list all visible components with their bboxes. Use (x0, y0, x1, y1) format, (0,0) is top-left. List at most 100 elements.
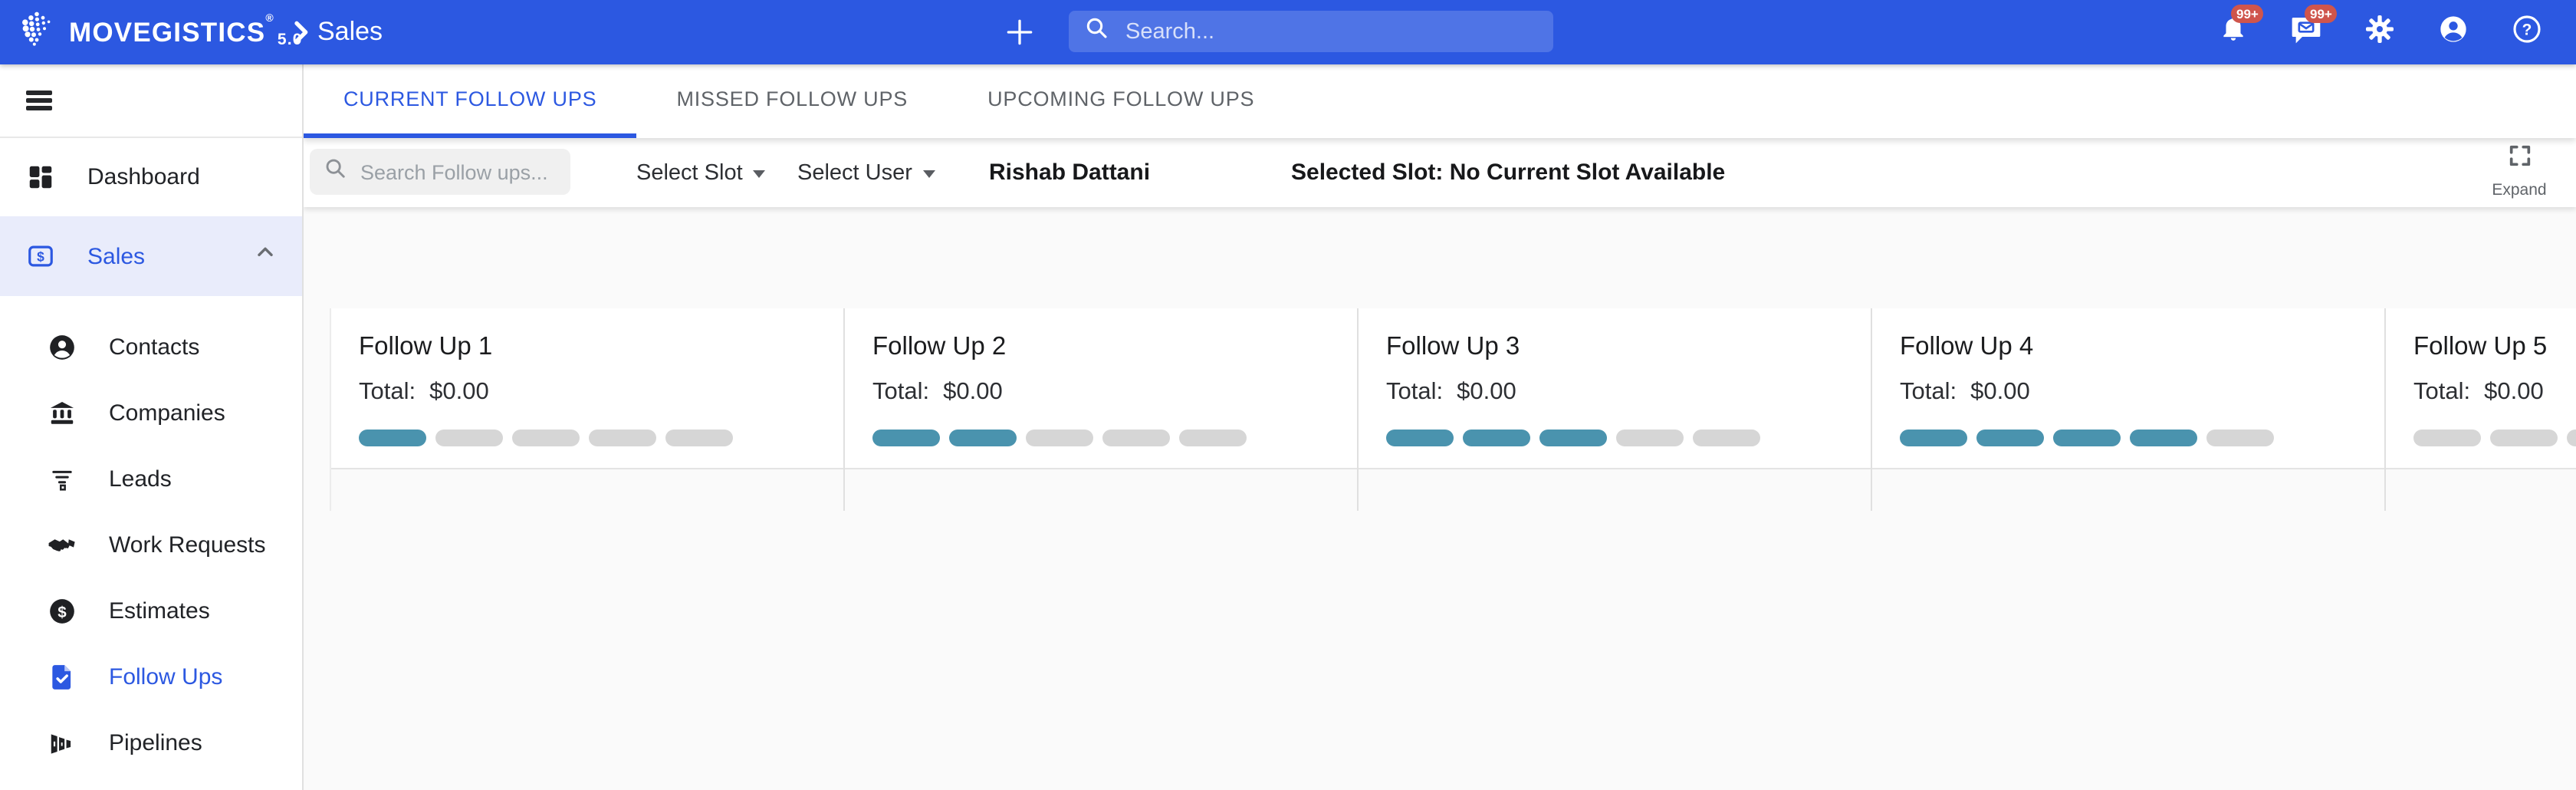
estimates-icon: $ (48, 597, 77, 626)
search-icon (1084, 15, 1109, 48)
sales-icon: $ (26, 242, 55, 271)
board-column-4: Follow Up 4 Total:$0.00 (1872, 308, 2386, 511)
tab-upcoming-follow-ups[interactable]: UPCOMING FOLLOW UPS (948, 64, 1294, 138)
filter-bar: Select Slot Select User Rishab Dattani S… (304, 138, 2576, 207)
progress-segment (1693, 430, 1760, 446)
messages-badge: 99+ (2305, 5, 2338, 22)
progress-segment (2567, 430, 2576, 446)
board-lanes: Follow Up 1 Total:$0.00 Follow Up 2 Tota… (330, 308, 2576, 511)
progress-segment (435, 430, 503, 446)
account-icon (2438, 13, 2469, 51)
logo-icon (17, 8, 57, 56)
column-title: Follow Up 3 (1386, 333, 1843, 362)
progress-segment (665, 430, 733, 446)
progress-segment (1026, 430, 1093, 446)
sidebar-item-label: Follow Ups (109, 664, 222, 690)
help-button[interactable]: ? (2512, 17, 2542, 48)
sidebar-item-pipelines[interactable]: Pipelines (0, 710, 302, 776)
board-column-1: Follow Up 1 Total:$0.00 (331, 308, 845, 511)
progress-segment (2206, 430, 2274, 446)
account-button[interactable] (2438, 17, 2469, 48)
sidebar-item-work-requests[interactable]: Work Requests (0, 512, 302, 578)
messages-button[interactable]: 99+ (2291, 17, 2321, 48)
expand-label: Expand (2492, 181, 2546, 199)
select-user-dropdown[interactable]: Select User (797, 138, 935, 207)
add-button[interactable] (1001, 14, 1038, 51)
progress-segment (2490, 430, 2558, 446)
sidebar-item-follow-ups[interactable]: Follow Ups (0, 644, 302, 710)
breadcrumb-chevron-icon (285, 17, 316, 55)
gear-icon (2364, 13, 2395, 51)
column-header: Follow Up 1 Total:$0.00 (331, 308, 843, 469)
progress-segments (1900, 430, 2357, 446)
board-column-5: Follow Up 5 Total:$0.00 (2386, 308, 2576, 511)
progress-segment (949, 430, 1017, 446)
selected-slot-status: Selected Slot: No Current Slot Available (1291, 138, 1725, 207)
sidebar-item-label: Sales (87, 243, 145, 269)
progress-segment (2053, 430, 2121, 446)
expand-icon (2506, 143, 2532, 176)
sidebar-item-label: Contacts (109, 334, 199, 360)
column-header: Follow Up 2 Total:$0.00 (845, 308, 1357, 469)
chevron-down-icon (754, 170, 766, 178)
progress-segment (589, 430, 656, 446)
column-title: Follow Up 4 (1900, 333, 2357, 362)
column-title: Follow Up 5 (2413, 333, 2576, 362)
chevron-up-icon (253, 240, 278, 272)
progress-segment (1616, 430, 1684, 446)
companies-icon (48, 399, 77, 428)
sidebar-item-contacts[interactable]: Contacts (0, 314, 302, 380)
app-logo[interactable]: MOVEGISTICS®5.0 (17, 0, 303, 64)
header-actions: 99+ 99+ (2217, 0, 2542, 64)
progress-segment (512, 430, 580, 446)
progress-segments (872, 430, 1329, 446)
sidebar-item-label: Work Requests (109, 532, 266, 558)
global-search-input[interactable] (1122, 18, 1538, 45)
notifications-button[interactable]: 99+ (2217, 17, 2248, 48)
sales-submenu: Contacts Companies Leads Work Requests (0, 314, 302, 776)
progress-segment (1900, 430, 1967, 446)
hamburger-icon (26, 87, 52, 114)
sidebar-item-companies[interactable]: Companies (0, 380, 302, 446)
notifications-badge: 99+ (2231, 5, 2264, 22)
board-column-3: Follow Up 3 Total:$0.00 (1359, 308, 1872, 511)
menu-toggle-button[interactable] (0, 64, 302, 138)
follow-up-search-input[interactable] (357, 159, 557, 185)
settings-button[interactable] (2364, 17, 2395, 48)
follow-up-search[interactable] (310, 149, 570, 195)
sidebar-item-dashboard[interactable]: Dashboard (0, 138, 302, 216)
sidebar-item-label: Leads (109, 466, 172, 492)
progress-segment (1539, 430, 1607, 446)
select-slot-dropdown[interactable]: Select Slot (636, 138, 766, 207)
progress-segment (2130, 430, 2197, 446)
page-title: Sales (317, 0, 383, 64)
column-total: Total:$0.00 (1900, 379, 2357, 407)
app-root: MOVEGISTICS®5.0 Sales 99+ (0, 0, 2576, 790)
column-total: Total:$0.00 (359, 379, 816, 407)
main-content: CURRENT FOLLOW UPS MISSED FOLLOW UPS UPC… (304, 64, 2576, 790)
leads-icon (48, 465, 77, 494)
column-header: Follow Up 5 Total:$0.00 (2386, 308, 2576, 469)
tab-missed-follow-ups[interactable]: MISSED FOLLOW UPS (636, 64, 948, 138)
column-total: Total:$0.00 (1386, 379, 1843, 407)
chevron-down-icon (923, 170, 935, 178)
app-header: MOVEGISTICS®5.0 Sales 99+ (0, 0, 2576, 64)
sidebar-item-sales[interactable]: $ Sales (0, 216, 302, 296)
progress-segment (359, 430, 426, 446)
sidebar-item-estimates[interactable]: $ Estimates (0, 578, 302, 644)
work-requests-icon (48, 531, 77, 560)
follow-up-tabs: CURRENT FOLLOW UPS MISSED FOLLOW UPS UPC… (304, 64, 2576, 138)
sidebar-item-label: Dashboard (87, 164, 200, 190)
svg-text:$: $ (37, 249, 44, 265)
tab-current-follow-ups[interactable]: CURRENT FOLLOW UPS (304, 64, 636, 138)
logo-wordmark: MOVEGISTICS®5.0 (69, 16, 303, 48)
progress-segment (1976, 430, 2044, 446)
board-column-2: Follow Up 2 Total:$0.00 (845, 308, 1359, 511)
sidebar-item-leads[interactable]: Leads (0, 446, 302, 512)
follow-up-board: Follow Up 1 Total:$0.00 Follow Up 2 Tota… (304, 272, 2576, 790)
expand-button[interactable]: Expand (2484, 143, 2555, 199)
column-header: Follow Up 4 Total:$0.00 (1872, 308, 2384, 469)
sidebar-item-label: Estimates (109, 598, 210, 624)
column-total: Total:$0.00 (872, 379, 1329, 407)
global-search[interactable] (1069, 11, 1553, 52)
